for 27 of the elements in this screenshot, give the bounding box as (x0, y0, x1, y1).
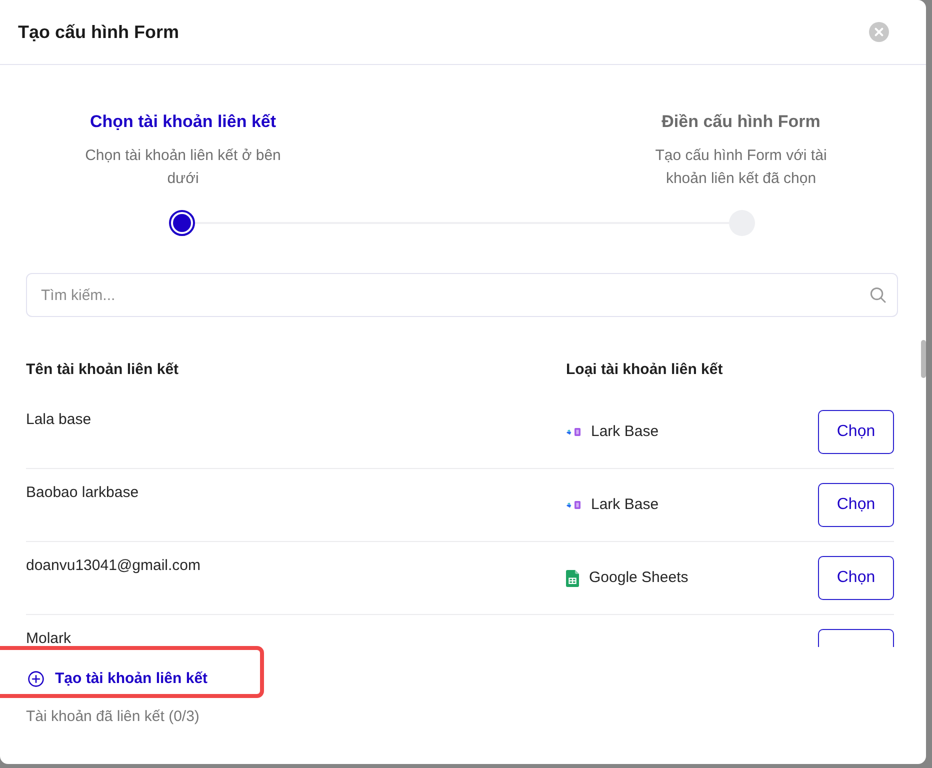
column-header: Loại tài khoản liên kết (566, 360, 723, 380)
search-icon[interactable] (870, 287, 886, 303)
account-name: doanvu13041@gmail.com (26, 556, 202, 576)
account-type: Google Sheets (589, 568, 688, 588)
choose-button[interactable]: Chọn (818, 410, 894, 454)
close-icon[interactable] (869, 22, 889, 42)
account-name: Lala base (26, 410, 92, 430)
step-title: Chọn tài khoản liên kết (90, 111, 276, 133)
account-name: Baobao larkbase (26, 483, 140, 503)
step-description: Tạo cấu hình Form với tài khoản liên kết đã chọn (654, 146, 828, 189)
choose-button[interactable]: Chọn (818, 556, 894, 600)
create-account-link[interactable]: Tạo tài khoản liên kết (28, 669, 208, 689)
lark-base-icon (566, 427, 581, 437)
account-type: Lark Base (591, 422, 659, 442)
lark-base-icon (566, 500, 581, 510)
account-type: Lark Base (591, 495, 659, 515)
account-name: Molark (26, 629, 72, 647)
column-header: Tên tài khoản liên kết (26, 360, 180, 380)
plus-circle-icon (28, 671, 44, 687)
step-title: Điền cấu hình Form (662, 111, 820, 133)
choose-button[interactable]: Chọn (818, 483, 894, 527)
spreadsheet-icon (566, 570, 579, 586)
linked-accounts-count: Tài khoản đã liên kết (0/3) (26, 707, 200, 727)
scrollbar-thumb[interactable] (921, 340, 926, 378)
search-field[interactable]: Tìm kiếm... (26, 273, 898, 317)
step-description: Chọn tài khoản liên kết ở bên dưới (84, 146, 282, 189)
dialog-title: Tạo cấu hình Form (18, 21, 180, 44)
